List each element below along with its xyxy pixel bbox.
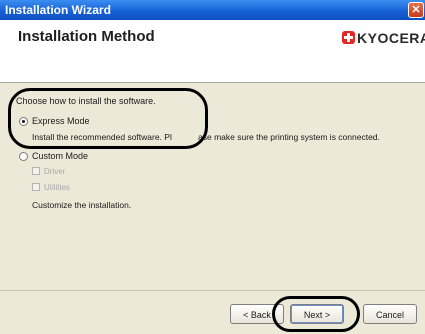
express-mode-highlight (8, 88, 208, 149)
cancel-button[interactable]: Cancel (363, 304, 417, 324)
driver-label: Driver (44, 167, 66, 176)
custom-mode-description: Customize the installation. (32, 200, 132, 210)
utilities-checkbox[interactable] (32, 183, 40, 191)
kyocera-logo-icon (342, 31, 355, 44)
window-title: Installation Wizard (5, 3, 111, 17)
brand-name: KYOCERA (357, 30, 425, 46)
next-button-highlight (272, 296, 360, 332)
window-titlebar: Installation Wizard (0, 0, 425, 20)
utilities-label: Utilities (44, 183, 70, 192)
custom-mode-radio[interactable] (19, 152, 28, 161)
close-button[interactable]: ✕ (408, 2, 424, 18)
driver-checkbox[interactable] (32, 167, 40, 175)
button-bar (0, 290, 425, 334)
close-icon[interactable]: ✕ (411, 4, 420, 16)
express-mode-description-part2: ase make sure the printing system is con… (198, 132, 380, 142)
custom-mode-label[interactable]: Custom Mode (32, 151, 88, 161)
page-title: Installation Method (18, 28, 155, 45)
